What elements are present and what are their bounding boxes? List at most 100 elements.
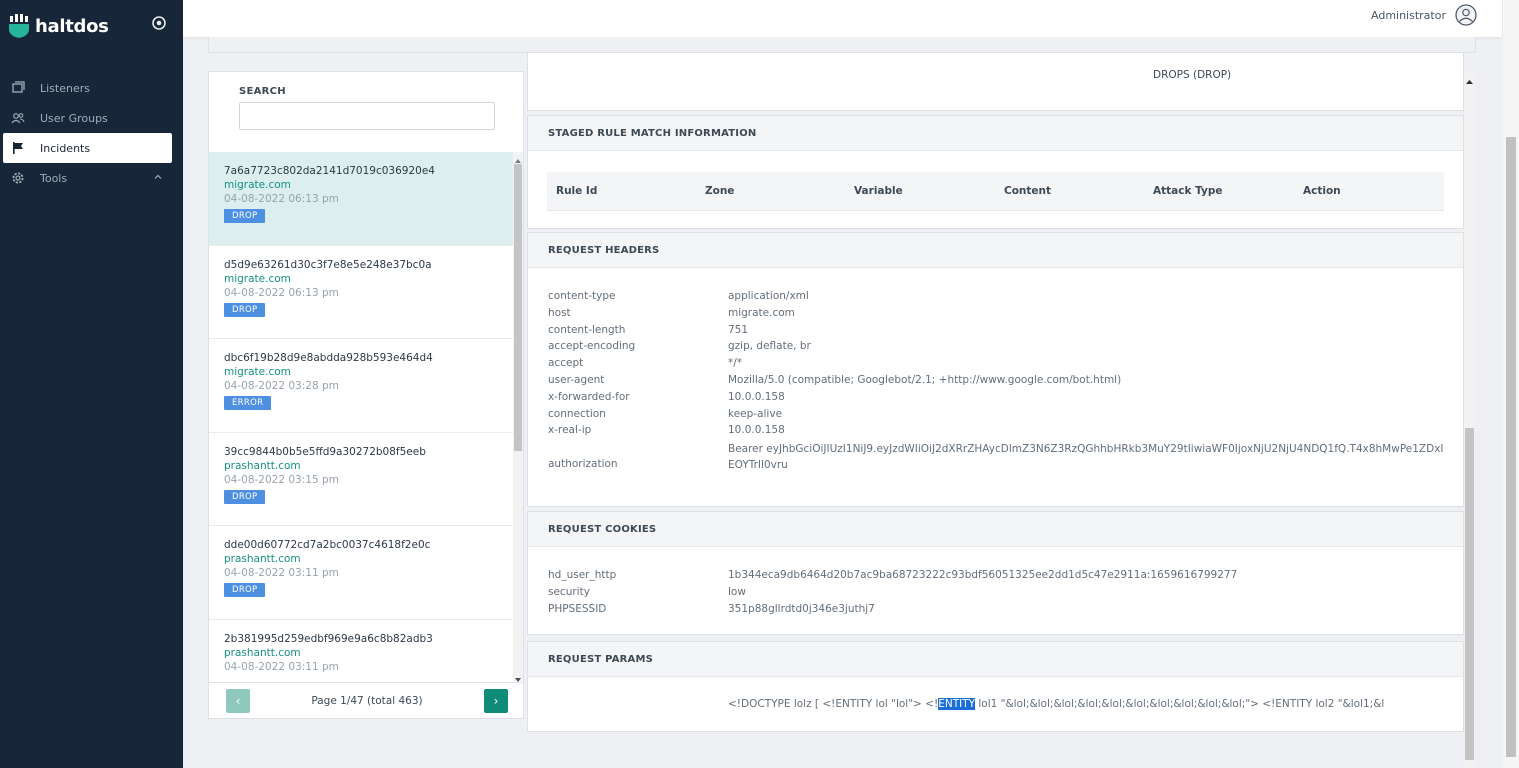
cookie-key: security: [548, 585, 590, 598]
staged-rule-card: STAGED RULE MATCH INFORMATION Rule Id Zo…: [527, 115, 1464, 229]
sidebar-toggle-icon[interactable]: [151, 15, 167, 31]
cookie-key: hd_user_http: [548, 569, 617, 581]
sidebar-item-tools[interactable]: Tools: [0, 163, 183, 193]
header-value: 751: [728, 323, 749, 336]
incident-time: 04-08-2022 06:13 pm: [224, 193, 339, 205]
header-values: application/xml migrate.com 751 gzip, de…: [728, 288, 1121, 439]
user-avatar-icon[interactable]: [1455, 4, 1477, 26]
params-text: <!DOCTYPE lolz [ <!ENTITY lol "lol"> <!: [728, 698, 939, 710]
cookie-key: PHPSESSID: [548, 602, 607, 615]
header-key: host: [548, 306, 571, 319]
header-value: application/xml: [728, 290, 809, 302]
cookie-values: 1b344eca9db6464d20b7ac9ba68723222c93bdf5…: [728, 567, 1237, 617]
incident-host: prashantt.com: [224, 553, 301, 566]
request-headers-card: REQUEST HEADERS content-type host conten…: [527, 232, 1464, 507]
incident-host: prashantt.com: [224, 459, 301, 472]
filter-band: [208, 37, 1476, 53]
selected-text[interactable]: ENTITY: [938, 698, 976, 710]
action-badge: DROP: [224, 583, 266, 598]
summary-card: DROPS (DROP): [527, 53, 1464, 111]
header-key: x-real-ip: [548, 424, 592, 437]
list-item[interactable]: 39cc9844b0b5e5ffd9a30272b08f5eeb prashan…: [209, 433, 513, 527]
header-key: user-agent: [548, 373, 605, 386]
users-icon: [11, 111, 25, 125]
column-header: Attack Type: [1153, 185, 1223, 197]
action-badge: DROP: [224, 302, 266, 317]
header-value: Mozilla/5.0 (compatible; Googlebot/2.1; …: [728, 373, 1122, 386]
action-badge: ERROR: [224, 396, 272, 411]
sidebar-item-incidents[interactable]: Incidents: [3, 133, 172, 163]
header-keys: content-type host content-length accept-…: [548, 288, 635, 439]
pagination: ‹ Page 1/47 (total 463) ›: [209, 682, 523, 718]
sidebar-item-user-groups[interactable]: User Groups: [0, 103, 183, 133]
header-value: 10.0.0.158: [728, 390, 785, 403]
detail-scrollbar[interactable]: [1464, 71, 1475, 768]
action-badge: DROP: [224, 489, 266, 504]
sidebar-item-label: Tools: [40, 171, 68, 185]
page-scrollbar-thumb[interactable]: [1506, 137, 1516, 757]
incident-id: d5d9e63261d30c3f7e8e5e248e37bc0a: [224, 258, 432, 271]
column-header: Variable: [854, 185, 903, 197]
header-key: connection: [548, 407, 606, 420]
incident-list: 7a6a7723c802da2141d7019c036920e4 migrate…: [209, 152, 513, 681]
list-item[interactable]: 7a6a7723c802da2141d7019c036920e4 migrate…: [209, 152, 513, 246]
brand[interactable]: haltdos: [8, 12, 109, 40]
list-item[interactable]: dbc6f19b28d9e8abdda928b593e464d4 migrate…: [209, 339, 513, 433]
header-value: gzip, deflate, br: [728, 340, 811, 353]
scroll-up-icon[interactable]: [1466, 75, 1473, 88]
params-text: lol1 "&lol;&lol;&lol;&lol;&lol;&lol;&lol…: [975, 698, 1385, 710]
user-name[interactable]: Administrator: [1371, 9, 1446, 22]
header-value: migrate.com: [728, 306, 795, 319]
scroll-up-icon[interactable]: [515, 154, 521, 163]
header-key: content-type: [548, 290, 616, 302]
chevron-up-icon: [153, 172, 163, 182]
list-scrollbar-thumb[interactable]: [514, 164, 522, 451]
next-page-button[interactable]: ›: [484, 689, 508, 713]
section-title: REQUEST COOKIES: [528, 512, 1463, 547]
header-key: content-length: [548, 323, 626, 336]
incident-id: 2b381995d259edbf969e9a6c8b82adb3: [224, 632, 433, 645]
incident-time: 04-08-2022 03:11 pm: [224, 660, 339, 673]
cookie-value: 351p88gllrdtd0j346e3juthj7: [728, 602, 875, 615]
header-value: keep-alive: [728, 407, 783, 420]
header-key: authorization: [548, 458, 618, 470]
header-key: accept-encoding: [548, 340, 636, 353]
section-title: STAGED RULE MATCH INFORMATION: [528, 116, 1463, 151]
detail-scrollbar-thumb[interactable]: [1465, 428, 1474, 760]
incident-host: migrate.com: [224, 272, 291, 285]
incident-host: migrate.com: [224, 366, 291, 379]
rule-table-header: Rule Id Zone Variable Content Attack Typ…: [547, 172, 1444, 211]
cookie-value: 1b344eca9db6464d20b7ac9ba68723222c93bdf5…: [728, 569, 1238, 581]
gear-icon: [11, 171, 25, 185]
list-scrollbar[interactable]: [513, 152, 523, 682]
search-label: SEARCH: [239, 86, 286, 97]
header-key: x-forwarded-for: [548, 390, 630, 403]
incident-time: 04-08-2022 03:28 pm: [224, 380, 339, 393]
scroll-down-icon[interactable]: [515, 673, 521, 682]
request-params-value[interactable]: <!DOCTYPE lolz [ <!ENTITY lol "lol"> <!E…: [728, 698, 1384, 710]
page-info: Page 1/47 (total 463): [311, 695, 423, 707]
header-key: accept: [548, 357, 584, 370]
sidebar-nav: Listeners User Groups Incidents Tools: [0, 73, 183, 193]
page-scrollbar[interactable]: [1503, 0, 1519, 768]
request-params-card: REQUEST PARAMS <!DOCTYPE lolz [ <!ENTITY…: [527, 641, 1464, 732]
incident-host: prashantt.com: [224, 646, 301, 659]
sidebar-item-label: Listeners: [40, 81, 90, 95]
list-item[interactable]: 2b381995d259edbf969e9a6c8b82adb3 prashan…: [209, 620, 513, 681]
action-badge: DROP: [224, 209, 266, 223]
sidebar-item-listeners[interactable]: Listeners: [0, 73, 183, 103]
incident-time: 04-08-2022 06:13 pm: [224, 286, 339, 299]
top-bar: Administrator: [183, 0, 1502, 37]
haltdos-logo-icon: [8, 14, 30, 38]
sidebar-item-label: User Groups: [40, 111, 108, 125]
incident-host: migrate.com: [224, 179, 291, 191]
column-header: Zone: [705, 185, 735, 197]
sidebar: haltdos Listeners User Groups Incidents: [0, 0, 183, 768]
brand-name: haltdos: [35, 15, 109, 37]
list-item[interactable]: dde00d60772cd7a2bc0037c4618f2e0c prashan…: [209, 526, 513, 620]
flag-icon: [11, 141, 25, 155]
list-item[interactable]: d5d9e63261d30c3f7e8e5e248e37bc0a migrate…: [209, 246, 513, 340]
search-input[interactable]: [239, 102, 495, 130]
incident-id: 39cc9844b0b5e5ffd9a30272b08f5eeb: [224, 445, 426, 458]
incident-id: dde00d60772cd7a2bc0037c4618f2e0c: [224, 539, 431, 552]
